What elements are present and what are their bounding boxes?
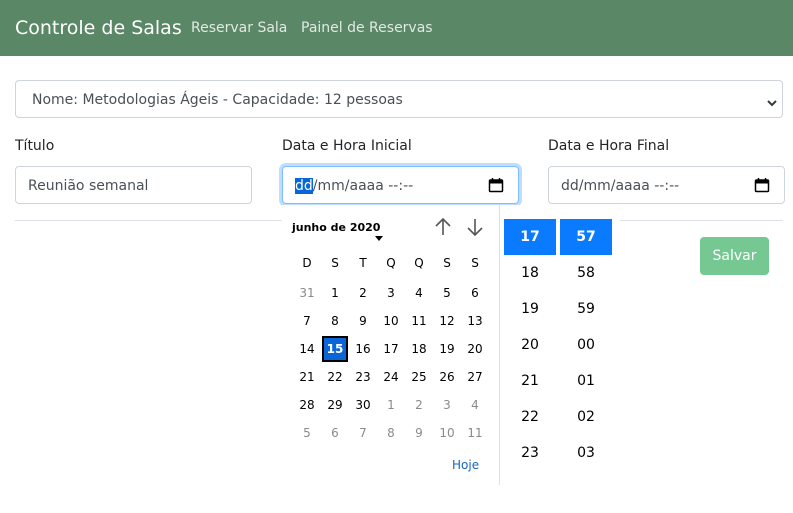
calendar-day[interactable]: 21 bbox=[294, 364, 320, 390]
calendar-day-other-month[interactable]: 2 bbox=[406, 392, 432, 418]
calendar-day-other-month[interactable]: 8 bbox=[378, 420, 404, 446]
arrow-down-icon[interactable] bbox=[466, 217, 484, 241]
weekday-label: S bbox=[471, 256, 479, 270]
title-label: Título bbox=[15, 138, 55, 154]
calendar-day[interactable]: 18 bbox=[406, 336, 432, 362]
minute-option[interactable]: 00 bbox=[560, 327, 612, 363]
calendar-day[interactable]: 11 bbox=[406, 308, 432, 334]
arrow-up-icon[interactable] bbox=[434, 217, 452, 241]
weekday-label: Q bbox=[386, 256, 396, 270]
start-datetime-input[interactable]: dd/mm/aaaa --:-- bbox=[282, 166, 519, 204]
calendar-day[interactable]: 27 bbox=[462, 364, 488, 390]
calendar-day[interactable]: 23 bbox=[350, 364, 376, 390]
hour-option[interactable]: 23 bbox=[504, 435, 556, 471]
calendar-day-other-month[interactable]: 4 bbox=[462, 392, 488, 418]
calendar-day[interactable]: 1 bbox=[322, 280, 348, 306]
nav-link-painel-de-reservas[interactable]: Painel de Reservas bbox=[301, 20, 433, 36]
calendar-day[interactable]: 3 bbox=[378, 280, 404, 306]
caret-down-icon[interactable] bbox=[375, 226, 383, 245]
calendar-day[interactable]: 13 bbox=[462, 308, 488, 334]
today-button[interactable]: Hoje bbox=[452, 458, 479, 472]
navbar: Controle de Salas Reservar Sala Painel d… bbox=[0, 0, 793, 56]
end-datetime-placeholder: dd/mm/aaaa --:-- bbox=[561, 178, 680, 194]
hour-option[interactable]: 17 bbox=[504, 219, 556, 255]
calendar-day[interactable]: 2 bbox=[350, 280, 376, 306]
start-day-segment[interactable]: dd bbox=[295, 178, 313, 194]
weekday-label: S bbox=[443, 256, 451, 270]
calendar-day-other-month[interactable]: 9 bbox=[406, 420, 432, 446]
calendar-day[interactable]: 20 bbox=[462, 336, 488, 362]
weekday-label: Q bbox=[414, 256, 424, 270]
calendar-day[interactable]: 5 bbox=[434, 280, 460, 306]
calendar-day-other-month[interactable]: 7 bbox=[350, 420, 376, 446]
datetime-picker-popup: junho de 2020 DSTQQSS 31 1 2 3 4 5 6 7 8 9 10 11 12 1… bbox=[282, 205, 620, 485]
end-datetime-label: Data e Hora Final bbox=[548, 138, 670, 154]
hour-option[interactable]: 20 bbox=[504, 327, 556, 363]
start-datetime-placeholder: dd/mm/aaaa --:-- bbox=[295, 178, 413, 194]
calendar-icon[interactable] bbox=[488, 177, 504, 197]
room-select[interactable]: Nome: Metodologias Ágeis - Capacidade: 1… bbox=[15, 80, 783, 118]
end-datetime-input[interactable]: dd/mm/aaaa --:-- bbox=[548, 166, 785, 204]
calendar-day[interactable]: 8 bbox=[322, 308, 348, 334]
calendar-day[interactable]: 30 bbox=[350, 392, 376, 418]
calendar-day[interactable]: 16 bbox=[350, 336, 376, 362]
calendar-day-other-month[interactable]: 3 bbox=[434, 392, 460, 418]
hour-option[interactable]: 19 bbox=[504, 291, 556, 327]
calendar-day[interactable]: 17 bbox=[378, 336, 404, 362]
calendar-day-other-month[interactable]: 11 bbox=[462, 420, 488, 446]
hour-option[interactable]: 21 bbox=[504, 363, 556, 399]
calendar-day[interactable]: 26 bbox=[434, 364, 460, 390]
calendar-day[interactable]: 14 bbox=[294, 336, 320, 362]
calendar-day[interactable]: 12 bbox=[434, 308, 460, 334]
nav-link-reservar-sala[interactable]: Reservar Sala bbox=[191, 20, 287, 36]
calendar-day[interactable]: 10 bbox=[378, 308, 404, 334]
weekday-label: S bbox=[331, 256, 339, 270]
calendar-day[interactable]: 25 bbox=[406, 364, 432, 390]
calendar-day[interactable]: 15 bbox=[322, 336, 348, 362]
weekday-label: D bbox=[302, 256, 312, 270]
calendar-day[interactable]: 19 bbox=[434, 336, 460, 362]
calendar-day[interactable]: 4 bbox=[406, 280, 432, 306]
calendar-day-other-month[interactable]: 10 bbox=[434, 420, 460, 446]
navbar-brand[interactable]: Controle de Salas bbox=[15, 17, 182, 39]
minute-option[interactable]: 59 bbox=[560, 291, 612, 327]
minute-option[interactable]: 02 bbox=[560, 399, 612, 435]
save-button[interactable]: Salvar bbox=[700, 237, 769, 275]
time-separator bbox=[499, 205, 500, 485]
calendar-day[interactable]: 6 bbox=[462, 280, 488, 306]
calendar-day-other-month[interactable]: 31 bbox=[294, 280, 320, 306]
title-input-value: Reunião semanal bbox=[28, 178, 149, 194]
start-rest-segment: /mm/aaaa --:-- bbox=[312, 178, 414, 194]
hour-option[interactable]: 22 bbox=[504, 399, 556, 435]
month-year-selector[interactable]: junho de 2020 bbox=[292, 221, 380, 234]
start-datetime-label: Data e Hora Inicial bbox=[282, 138, 412, 154]
calendar-day-other-month[interactable]: 6 bbox=[322, 420, 348, 446]
room-select-value: Nome: Metodologias Ágeis - Capacidade: 1… bbox=[32, 92, 403, 108]
calendar-day[interactable]: 7 bbox=[294, 308, 320, 334]
hour-option[interactable]: 18 bbox=[504, 255, 556, 291]
calendar-icon[interactable] bbox=[754, 177, 770, 197]
minute-option[interactable]: 57 bbox=[560, 219, 612, 255]
minute-option[interactable]: 03 bbox=[560, 435, 612, 471]
minute-option[interactable]: 01 bbox=[560, 363, 612, 399]
minute-option[interactable]: 58 bbox=[560, 255, 612, 291]
calendar-day[interactable]: 24 bbox=[378, 364, 404, 390]
calendar-day[interactable]: 28 bbox=[294, 392, 320, 418]
calendar-day[interactable]: 29 bbox=[322, 392, 348, 418]
weekday-label: T bbox=[359, 256, 367, 270]
calendar-day[interactable]: 9 bbox=[350, 308, 376, 334]
chevron-down-icon bbox=[766, 94, 778, 113]
calendar-day-other-month[interactable]: 1 bbox=[378, 392, 404, 418]
title-input[interactable]: Reunião semanal bbox=[15, 166, 252, 204]
calendar-day[interactable]: 22 bbox=[322, 364, 348, 390]
calendar-day-other-month[interactable]: 5 bbox=[294, 420, 320, 446]
